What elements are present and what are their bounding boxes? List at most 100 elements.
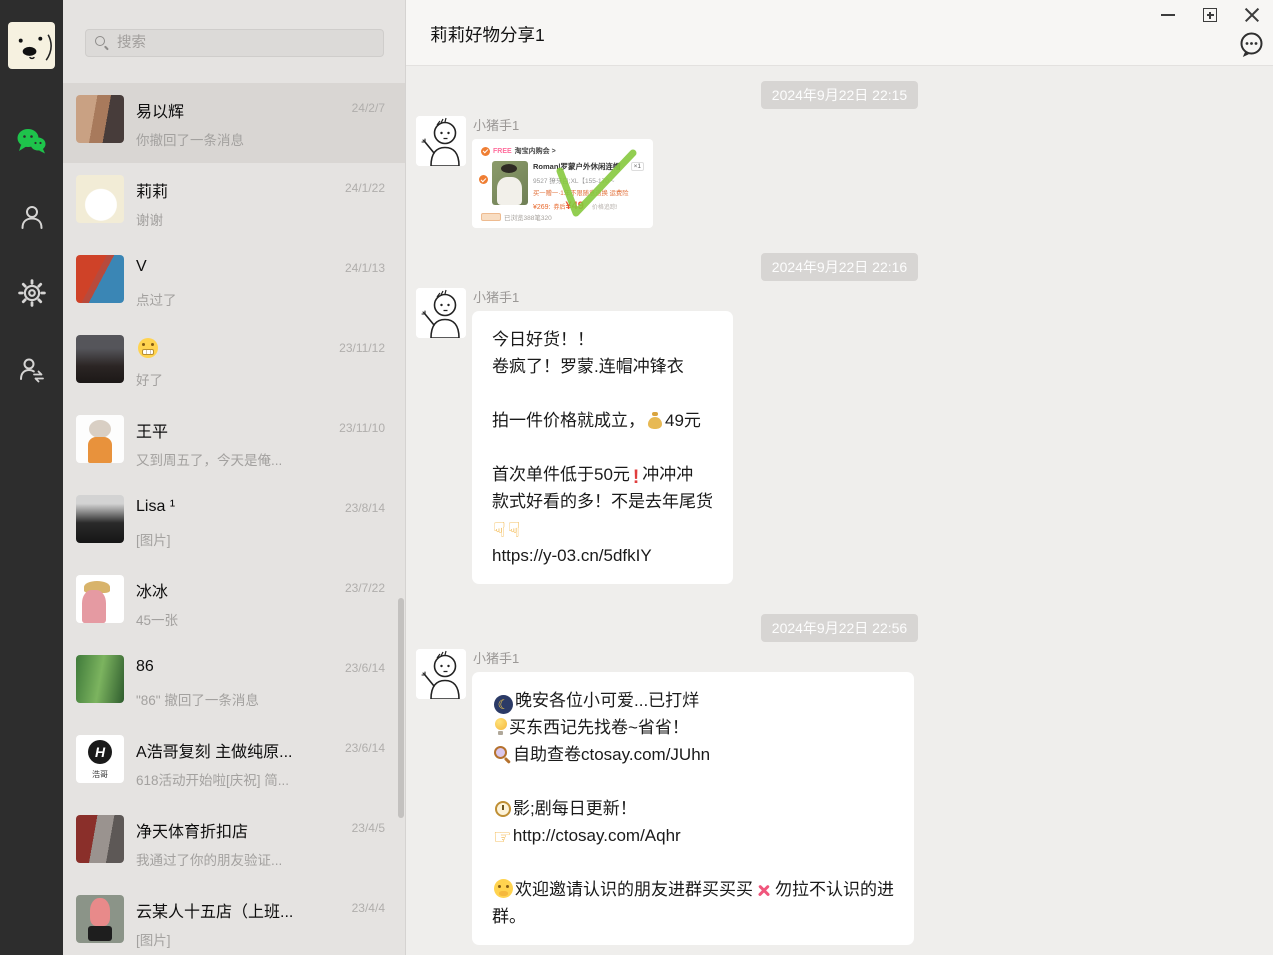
message-group: 小猪手1 晚安各位小可爱...已打烊买东西记先找卷~省省！自助查卷ctosay.…: [416, 649, 914, 945]
chat-item-title: V: [136, 258, 333, 276]
bear-avatar-image: [8, 22, 55, 69]
chat-item-time: 23/7/22: [345, 581, 385, 595]
search-icon: [95, 36, 109, 50]
chat-list-item[interactable]: 莉莉 24/1/22 谢谢: [63, 163, 405, 243]
gear-icon: [18, 279, 46, 307]
chat-list-item[interactable]: 云某人十五店（上班...23/4/4[图片]: [63, 883, 405, 955]
search-input[interactable]: [115, 34, 374, 52]
chat-item-time: 23/11/12: [339, 341, 385, 355]
sender-name: 小猪手1: [473, 650, 914, 667]
chat-item-time: 24/1/22: [345, 181, 385, 195]
avatar: [76, 815, 124, 863]
minimize-icon: [1161, 14, 1175, 16]
chat-item-preview: "86" 撤回了一条消息: [136, 689, 381, 709]
chat-item-preview: 45一张: [136, 609, 381, 629]
wechat-window: 易以辉24/2/7你撤回了一条消息莉莉24/1/22谢谢V24/1/13点过了2…: [0, 0, 1273, 955]
final-price: ¥49: [566, 200, 584, 212]
chat-item-time: 23/6/14: [345, 661, 385, 675]
chat-list-item[interactable]: 净天体育折扣店 23/4/5 我通过了你的朋友验证...: [63, 803, 405, 883]
message-bubble[interactable]: 晚安各位小可爱...已打烊买东西记先找卷~省省！自助查卷ctosay.com/J…: [472, 672, 914, 945]
chat-item-title: 净天体育折扣店: [136, 818, 333, 842]
message-bubble[interactable]: 今日好货！！卷疯了！罗蒙.连帽冲锋衣 拍一件价格就成立，49元 首次单件低于50…: [472, 311, 733, 584]
ellipsis-bubble-icon: [1238, 31, 1265, 59]
point-down-emoji: [508, 521, 521, 540]
sender-avatar[interactable]: [416, 116, 466, 166]
chat-item-preview: 谢谢: [136, 209, 381, 229]
money-bag-emoji: [647, 410, 663, 429]
chat-list-item[interactable]: Lisa ¹ 23/8/14 [图片]: [63, 483, 405, 563]
maximize-icon: [1203, 8, 1217, 22]
chat-list-item[interactable]: 王平 23/11/10 又到周五了，今天是俺...: [63, 403, 405, 483]
chat-item-title: A浩哥复刻 主做纯原...: [136, 738, 333, 762]
message-group: 小猪手1 今日好货！！卷疯了！罗蒙.连帽冲锋衣 拍一件价格就成立，49元 首次单…: [416, 288, 733, 584]
sidebar-item-settings[interactable]: [17, 279, 47, 307]
chat-item-time: 24/1/13: [345, 261, 385, 275]
avatar: [76, 95, 124, 143]
chat-item-title: 易以辉: [136, 98, 333, 122]
chat-item-title: 云某人十五店（上班...: [136, 898, 333, 922]
timestamp-pill: 2024年9月22日 22:15: [761, 81, 918, 109]
product-photo: [492, 161, 528, 205]
chat-list-item[interactable]: 23/11/12好了: [63, 323, 405, 403]
chat-list-item[interactable]: 冰冰23/7/2245一张: [63, 563, 405, 643]
chat-list-scrollbar[interactable]: [398, 598, 404, 818]
chat-item-time: 23/11/10: [339, 421, 385, 435]
clock-emoji: [494, 800, 511, 817]
chat-item-time: 23/8/14: [345, 501, 385, 515]
chat-list-item[interactable]: 易以辉24/2/7你撤回了一条消息: [63, 83, 405, 163]
stick-figure-avatar-image: [416, 649, 466, 699]
avatar: [76, 575, 124, 623]
chat-item-title: [136, 338, 333, 359]
point-right-emoji: [493, 828, 512, 847]
chat-item-time: 23/4/5: [352, 821, 385, 835]
search-bar: [85, 29, 384, 57]
minimize-button[interactable]: [1147, 2, 1189, 28]
covered-smile-emoji: [494, 879, 513, 898]
sidebar-item-switch-account[interactable]: [17, 355, 47, 383]
avatar: [76, 255, 124, 303]
message-group: 小猪手1 FREE 淘宝内购会 > Roman|罗蒙户: [416, 116, 653, 228]
chat-item-title: 王平: [136, 418, 333, 442]
chat-list-item[interactable]: A浩哥复刻 主做纯原...23/6/14618活动开始啦[庆祝] 简...: [63, 723, 405, 803]
sidebar-item-chats[interactable]: [17, 127, 47, 155]
sender-avatar[interactable]: [416, 649, 466, 699]
red-exclamation-emoji: [633, 464, 639, 491]
close-button[interactable]: [1231, 2, 1273, 28]
chat-menu-button[interactable]: [1234, 30, 1268, 60]
chat-panel: 莉莉好物分享1 2024年9月22日 22:15: [406, 0, 1273, 955]
avatar: [76, 415, 124, 463]
close-icon: [1244, 7, 1260, 23]
orange-check-icon: [481, 147, 490, 156]
contacts-icon: [19, 204, 45, 230]
chat-list-item[interactable]: 86 23/6/14 "86" 撤回了一条消息: [63, 643, 405, 723]
free-badge: FREE: [493, 148, 512, 155]
chat-item-preview: [图片]: [136, 529, 381, 549]
window-controls: [1147, 2, 1273, 28]
grimacing-face-emoji: [138, 338, 158, 358]
avatar: [76, 175, 124, 223]
sender-avatar[interactable]: [416, 288, 466, 338]
image-message[interactable]: FREE 淘宝内购会 > Roman|罗蒙户外休闲连帽 ×1: [472, 139, 653, 228]
chat-item-preview: 我通过了你的朋友验证...: [136, 849, 381, 869]
maximize-button[interactable]: [1189, 2, 1231, 28]
chat-list-item[interactable]: V24/1/13点过了: [63, 243, 405, 323]
sender-name: 小猪手1: [473, 289, 733, 306]
profile-avatar[interactable]: [8, 22, 55, 69]
sidebar-item-contacts[interactable]: [17, 203, 47, 231]
chat-item-title: Lisa ¹: [136, 498, 333, 516]
red-cross-emoji: [756, 882, 772, 898]
nav-sidebar: [0, 0, 63, 955]
chat-item-title: 莉莉: [136, 178, 333, 202]
chat-item-preview: [图片]: [136, 929, 381, 949]
avatar: [76, 335, 124, 383]
timestamp-pill: 2024年9月22日 22:56: [761, 614, 918, 642]
product-title: Roman|罗蒙户外休闲连帽: [533, 161, 621, 172]
chat-item-title: 86: [136, 658, 333, 676]
chat-item-preview: 又到周五了，今天是俺...: [136, 449, 381, 469]
switch-account-icon: [18, 356, 45, 383]
message-area: 2024年9月22日 22:15 小猪手1: [406, 66, 1273, 955]
wechat-chats-icon: [17, 128, 46, 154]
timestamp-pill: 2024年9月22日 22:16: [761, 253, 918, 281]
point-down-emoji: [493, 521, 506, 540]
avatar: [76, 655, 124, 703]
